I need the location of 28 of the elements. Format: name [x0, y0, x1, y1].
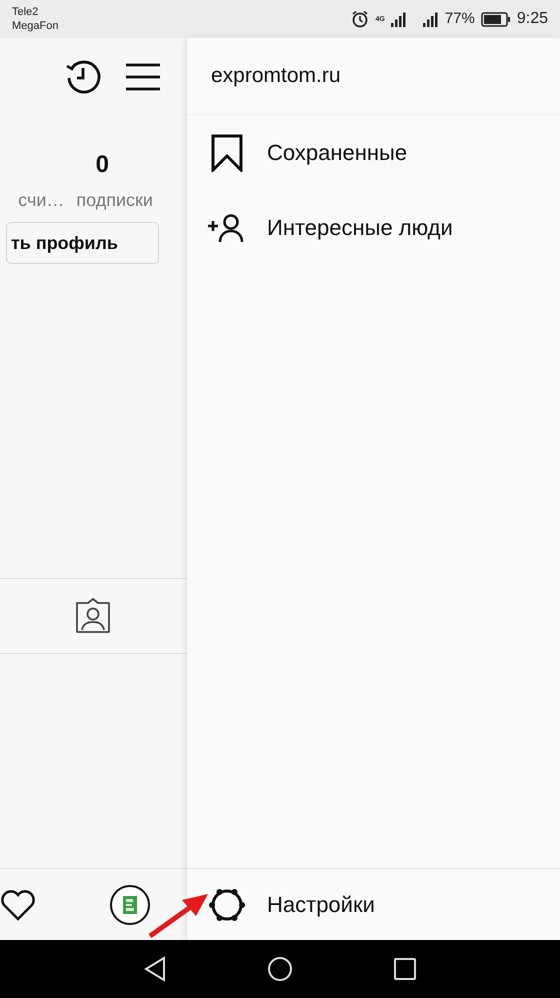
edit-profile-button[interactable]: ть профиль — [6, 222, 159, 264]
home-icon[interactable] — [267, 956, 293, 982]
menu-icon[interactable] — [126, 62, 160, 90]
menu-item-label: Сохраненные — [267, 139, 408, 167]
stat-label: подписки — [76, 189, 153, 212]
contact-card-icon[interactable] — [74, 598, 112, 634]
profile-avatar[interactable] — [110, 884, 150, 924]
history-icon[interactable] — [64, 58, 102, 96]
pointer-arrow-icon — [148, 892, 210, 940]
following-count: 0 — [96, 150, 109, 180]
signal-icon — [422, 11, 439, 27]
drawer-menu-item[interactable]: Интересные люди — [187, 190, 560, 265]
carrier-name: MegaFon — [12, 19, 58, 33]
clock-time: 9:25 — [516, 9, 548, 29]
alarm-icon — [351, 10, 370, 28]
drawer-menu-item[interactable]: Сохраненные — [187, 115, 560, 190]
back-icon[interactable] — [143, 956, 167, 982]
recents-icon[interactable] — [393, 957, 417, 981]
menu-item-label: Интересные люди — [267, 214, 453, 242]
stat-label: счи… — [18, 189, 64, 212]
menu-item-label: Настройки — [267, 891, 375, 919]
battery-percent: 77% — [444, 8, 475, 29]
battery-icon — [480, 12, 511, 26]
carrier-name: Tele2 — [12, 5, 40, 19]
account-name: expromtom.ru — [211, 63, 341, 90]
heart-icon[interactable] — [0, 888, 36, 920]
signal-icon — [390, 11, 407, 27]
bookmark-icon — [211, 134, 243, 172]
